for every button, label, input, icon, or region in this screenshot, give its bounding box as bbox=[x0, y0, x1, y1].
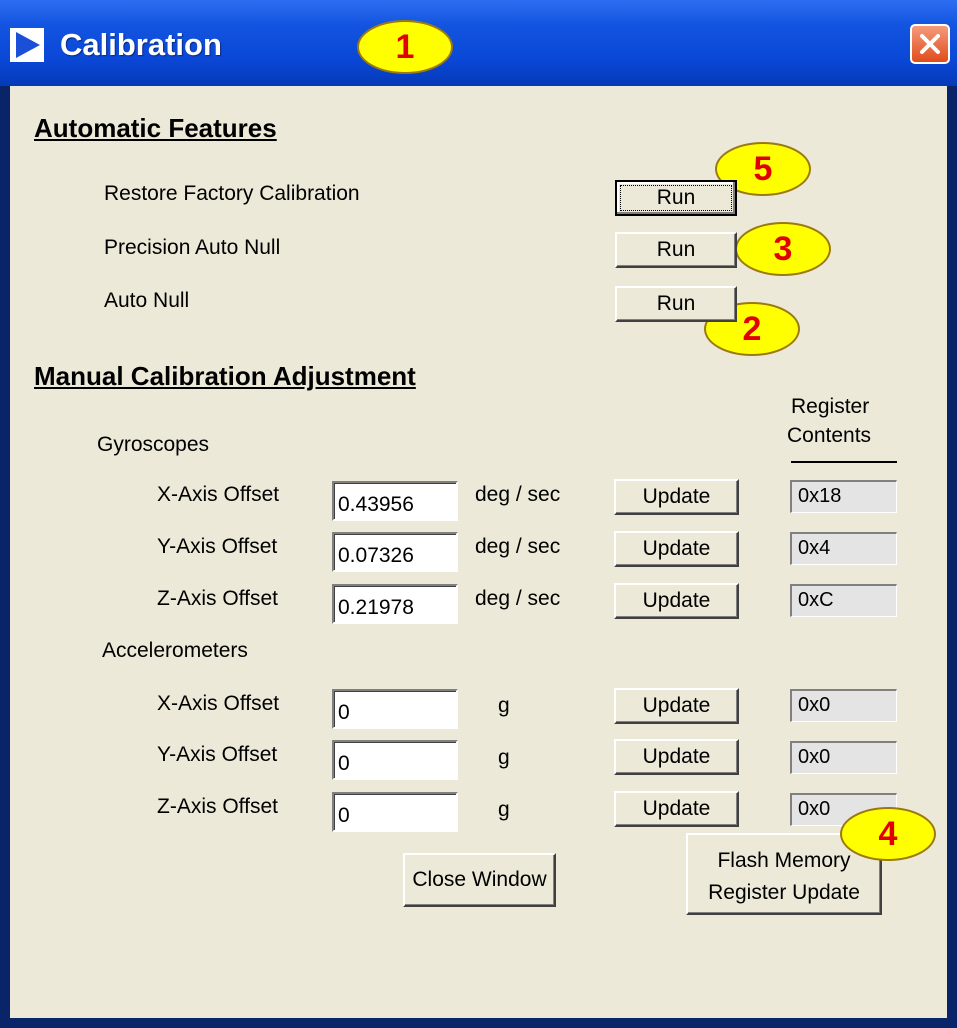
manual-calibration-heading: Manual Calibration Adjustment bbox=[34, 361, 416, 391]
register-header-line2: Contents bbox=[787, 424, 872, 447]
accel-x-offset-input[interactable] bbox=[332, 689, 458, 729]
callout-1: 1 bbox=[357, 20, 453, 74]
gyro-x-offset-input[interactable] bbox=[332, 481, 458, 521]
accel-y-register-field: 0x0 bbox=[790, 741, 897, 774]
gyro-y-offset-label: Y-Axis Offset bbox=[157, 535, 278, 558]
register-header-line1: Register bbox=[791, 395, 870, 418]
gyro-x-register-field: 0x18 bbox=[790, 480, 897, 513]
close-icon[interactable] bbox=[910, 24, 950, 64]
gyro-z-register-field: 0xC bbox=[790, 584, 897, 617]
precision-auto-null-run-button[interactable]: Run bbox=[615, 232, 737, 268]
window-title: Calibration bbox=[60, 27, 222, 62]
callout-3: 3 bbox=[735, 222, 831, 276]
accel-z-update-button[interactable]: Update bbox=[614, 791, 739, 827]
close-window-button[interactable]: Close Window bbox=[403, 853, 556, 907]
calibration-window: Calibration 1 5 3 2 Automatic Features R… bbox=[0, 0, 957, 1028]
gyro-x-unit: deg / sec bbox=[475, 483, 561, 506]
flash-memory-label-line2: Register Update bbox=[708, 881, 860, 904]
accelerometers-label: Accelerometers bbox=[102, 639, 248, 662]
auto-null-run-button[interactable]: Run bbox=[615, 286, 737, 322]
auto-null-label: Auto Null bbox=[104, 289, 190, 312]
gyro-y-unit: deg / sec bbox=[475, 535, 561, 558]
title-bar[interactable]: Calibration bbox=[0, 0, 957, 86]
accel-x-offset-label: X-Axis Offset bbox=[157, 692, 280, 715]
gyro-z-offset-label: Z-Axis Offset bbox=[157, 587, 278, 610]
gyro-y-register-field: 0x4 bbox=[790, 532, 897, 565]
gyro-x-update-button[interactable]: Update bbox=[614, 479, 739, 515]
gyroscopes-label: Gyroscopes bbox=[97, 433, 210, 456]
gyro-y-offset-input[interactable] bbox=[332, 532, 458, 572]
gyro-z-update-button[interactable]: Update bbox=[614, 583, 739, 619]
accel-y-offset-label: Y-Axis Offset bbox=[157, 743, 278, 766]
accel-z-offset-label: Z-Axis Offset bbox=[157, 795, 278, 818]
accel-x-update-button[interactable]: Update bbox=[614, 688, 739, 724]
accel-x-unit: g bbox=[498, 694, 510, 717]
automatic-features-heading: Automatic Features bbox=[34, 113, 277, 143]
accel-z-unit: g bbox=[498, 798, 510, 821]
restore-factory-run-button[interactable]: Run bbox=[615, 180, 737, 216]
accel-z-offset-input[interactable] bbox=[332, 792, 458, 832]
gyro-y-update-button[interactable]: Update bbox=[614, 531, 739, 567]
accel-y-update-button[interactable]: Update bbox=[614, 739, 739, 775]
restore-factory-label: Restore Factory Calibration bbox=[104, 182, 360, 205]
accel-x-register-field: 0x0 bbox=[790, 689, 897, 722]
callout-4: 4 bbox=[840, 807, 936, 861]
register-header-underline bbox=[791, 461, 897, 463]
accel-y-unit: g bbox=[498, 746, 510, 769]
gyro-z-unit: deg / sec bbox=[475, 587, 561, 610]
precision-auto-null-label: Precision Auto Null bbox=[104, 236, 281, 259]
accel-y-offset-input[interactable] bbox=[332, 740, 458, 780]
gyro-x-offset-label: X-Axis Offset bbox=[157, 483, 280, 506]
gyro-z-offset-input[interactable] bbox=[332, 584, 458, 624]
app-play-icon bbox=[10, 28, 44, 62]
